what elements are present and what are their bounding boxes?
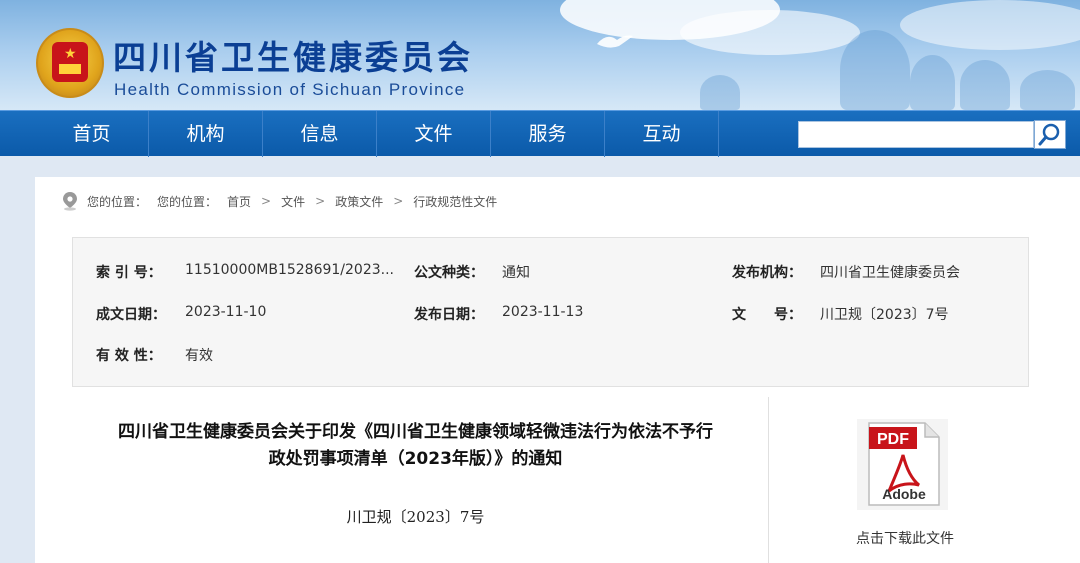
nav-item-services[interactable]: 服务 <box>491 111 605 157</box>
breadcrumb-separator: > <box>393 194 404 208</box>
document-metadata: 索 引 号： 11510000MB1528691/2023... 公文种类： 通… <box>72 237 1029 387</box>
document-title-line: 四川省卫生健康委员会关于印发《四川省卫生健康领域轻微违法行为依法不予行 <box>118 422 713 442</box>
dove-icon <box>597 35 633 48</box>
nav-item-information[interactable]: 信息 <box>263 111 377 157</box>
site-subtitle: Health Commission of Sichuan Province <box>114 80 466 99</box>
national-emblem-logo: ★ <box>36 28 104 98</box>
location-pin-icon <box>63 192 77 211</box>
validity-label: 有 效 性： <box>96 348 162 364</box>
document-number: 川卫规〔2023〕7号 <box>346 508 485 526</box>
doc-number-label: 文 号： <box>732 307 802 323</box>
published-date-label: 发布日期： <box>414 307 484 323</box>
issuer-value: 四川省卫生健康委员会 <box>820 265 960 281</box>
search-icon <box>1038 123 1060 146</box>
adobe-text: Adobe <box>882 486 926 502</box>
people-silhouette <box>960 60 1010 110</box>
main-nav: 首页 机构 信息 文件 服务 互动 <box>0 110 1080 157</box>
nav-item-organization[interactable]: 机构 <box>149 111 263 157</box>
document-title: 四川省卫生健康委员会关于印发《四川省卫生健康领域轻微违法行为依法不予行 政处罚事… <box>62 419 769 473</box>
pdf-download-button[interactable]: PDF Adobe <box>855 417 950 512</box>
site-title[interactable]: 四川省卫生健康委员会 <box>113 38 473 78</box>
search-input[interactable] <box>798 121 1034 148</box>
doctype-label: 公文种类： <box>414 265 484 281</box>
pdf-file-icon: PDF Adobe <box>857 419 948 510</box>
validity-value: 有效 <box>185 348 213 364</box>
index-value: 11510000MB1528691/2023... <box>185 262 394 278</box>
breadcrumb-policy-documents[interactable]: 政策文件 <box>335 193 383 210</box>
doctype-value: 通知 <box>502 265 530 281</box>
nav-item-home[interactable]: 首页 <box>35 111 149 157</box>
document-body: 四川省卫生健康委员会关于印发《四川省卫生健康领域轻微违法行为依法不予行 政处罚事… <box>62 397 769 563</box>
breadcrumb-home[interactable]: 首页 <box>227 193 251 210</box>
people-silhouette <box>840 30 910 110</box>
created-date-label: 成文日期： <box>96 307 166 323</box>
people-silhouette <box>910 55 955 110</box>
breadcrumb-lead: 您的位置： <box>87 194 148 209</box>
download-file-link[interactable]: 点击下载此文件 <box>825 528 985 548</box>
breadcrumb-normative-documents[interactable]: 行政规范性文件 <box>413 193 497 210</box>
people-silhouette <box>1020 70 1075 110</box>
published-date-value: 2023-11-13 <box>502 304 584 320</box>
breadcrumb-separator: > <box>261 194 272 208</box>
breadcrumb-separator: > <box>315 194 326 208</box>
document-title-line: 政处罚事项清单（2023年版）》的通知 <box>268 449 563 469</box>
nav-item-interaction[interactable]: 互动 <box>605 111 719 157</box>
header-banner: ★ 四川省卫生健康委员会 Health Commission of Sichua… <box>0 0 1080 110</box>
issuer-label: 发布机构： <box>732 265 802 281</box>
index-label: 索 引 号： <box>96 265 162 281</box>
cloud-decoration <box>680 10 860 55</box>
created-date-value: 2023-11-10 <box>185 304 267 320</box>
cloud-decoration <box>900 0 1080 50</box>
people-silhouette <box>700 75 740 110</box>
search-button[interactable] <box>1034 120 1066 149</box>
breadcrumb: 您的位置： 您的位置： 首页 > 文件 > 政策文件 > 行政规范性文件 <box>61 191 497 211</box>
doc-number-value: 川卫规〔2023〕7号 <box>820 307 949 323</box>
breadcrumb-documents[interactable]: 文件 <box>281 193 305 210</box>
content-panel: 您的位置： 您的位置： 首页 > 文件 > 政策文件 > 行政规范性文件 索 引… <box>35 177 1080 563</box>
nav-item-documents[interactable]: 文件 <box>377 111 491 157</box>
pdf-text: PDF <box>877 431 909 448</box>
breadcrumb-lead: 您的位置： <box>157 194 218 209</box>
